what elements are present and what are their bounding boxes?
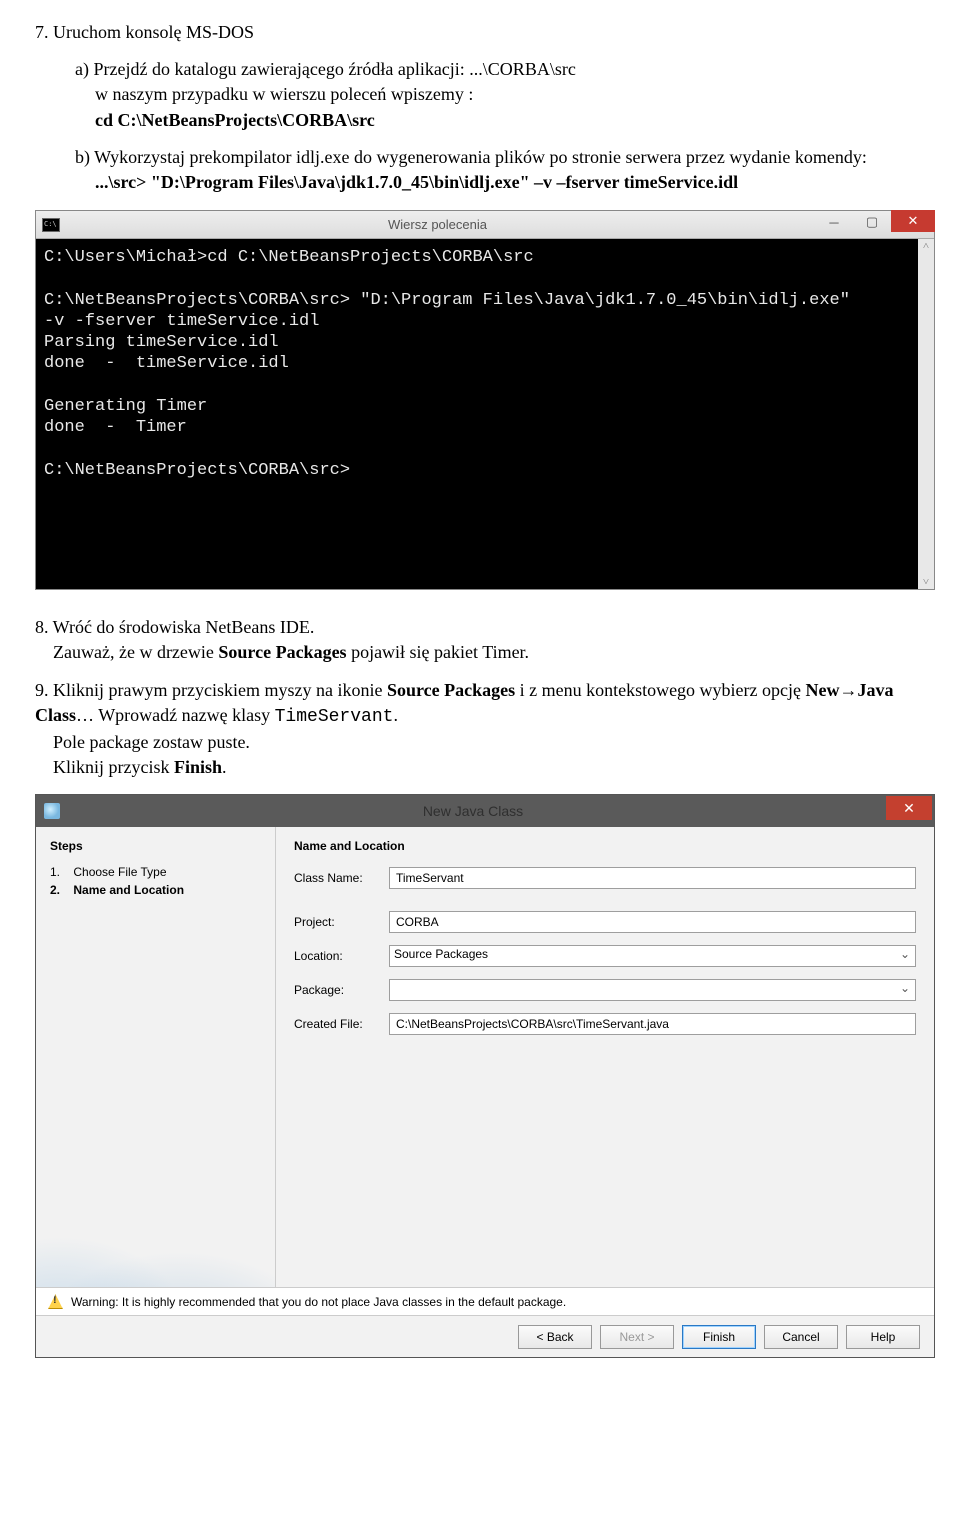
step-num: 2. — [50, 883, 60, 897]
step7-title: 7. Uruchom konsolę MS-DOS — [35, 20, 925, 45]
maximize-button[interactable]: ▢ — [853, 211, 891, 233]
step8: 8. Wróć do środowiska NetBeans IDE. Zauw… — [35, 615, 925, 665]
class-name-label: Class Name: — [294, 871, 379, 885]
row-class-name: Class Name: — [294, 867, 916, 889]
step9: 9. Kliknij prawym przyciskiem myszy na i… — [35, 678, 925, 781]
location-value: Source Packages — [394, 947, 488, 961]
new-class-dialog: New Java Class ✕ Steps 1. Choose File Ty… — [35, 794, 935, 1358]
step-item-2: 2. Name and Location — [50, 881, 261, 899]
cancel-button[interactable]: Cancel — [764, 1325, 838, 1349]
row-created-file: Created File: — [294, 1013, 916, 1035]
step7-b-line: b) Wykorzystaj prekompilator idlj.exe do… — [75, 147, 867, 167]
location-label: Location: — [294, 949, 379, 963]
warning-bar: Warning: It is highly recommended that y… — [36, 1287, 934, 1315]
location-select[interactable]: Source Packages — [389, 945, 916, 967]
steps-heading: Steps — [50, 839, 261, 853]
close-button[interactable]: ✕ — [891, 210, 935, 232]
step-num: 1. — [50, 865, 60, 879]
cmd-window: Wiersz polecenia ─ ▢ ✕ C:\Users\Michał>c… — [35, 210, 935, 590]
next-button[interactable]: Next > — [600, 1325, 674, 1349]
step-item-1: 1. Choose File Type — [50, 863, 261, 881]
step7-a: a) Przejdź do katalogu zawierającego źró… — [35, 57, 925, 133]
warning-icon — [48, 1294, 63, 1309]
cmd-scrollbar[interactable]: ˄ ˅ — [918, 239, 934, 589]
minimize-button[interactable]: ─ — [815, 211, 853, 233]
back-button[interactable]: < Back — [518, 1325, 592, 1349]
step7-b-cmd: ...\src> "D:\Program Files\Java\jdk1.7.0… — [75, 170, 738, 195]
finish-button[interactable]: Finish — [682, 1325, 756, 1349]
s9-line3a: Kliknij przycisk — [35, 757, 174, 777]
step7-a-sub: w naszym przypadku w wierszu poleceń wpi… — [75, 82, 473, 107]
cmd-title: Wiersz polecenia — [60, 217, 815, 232]
s9-line3b: Finish — [174, 757, 222, 777]
row-location: Location: Source Packages — [294, 945, 916, 967]
cmd-output: C:\Users\Michał>cd C:\NetBeansProjects\C… — [44, 247, 926, 481]
dialog-main-panel: Name and Location Class Name: Project: L… — [276, 827, 934, 1357]
project-label: Project: — [294, 915, 379, 929]
s9-g: . — [393, 705, 398, 725]
s9-b: Source Packages — [387, 680, 515, 700]
class-name-input[interactable] — [389, 867, 916, 889]
dialog-body: Steps 1. Choose File Type 2. Name and Lo… — [36, 827, 934, 1357]
s9-line2: Pole package zostaw puste. — [35, 732, 250, 752]
package-label: Package: — [294, 983, 379, 997]
cmd-icon — [42, 218, 60, 232]
dialog-close-button[interactable]: ✕ — [886, 796, 932, 820]
help-button[interactable]: Help — [846, 1325, 920, 1349]
dialog-button-bar: < Back Next > Finish Cancel Help — [36, 1315, 934, 1357]
cmd-body: C:\Users\Michał>cd C:\NetBeansProjects\C… — [36, 239, 934, 589]
s9-line3c: . — [222, 757, 227, 777]
step7-a-cmd: cd C:\NetBeansProjects\CORBA\src — [75, 108, 375, 133]
project-input — [389, 911, 916, 933]
s9-e: … Wprowadź nazwę klasy — [76, 705, 275, 725]
steps-list: 1. Choose File Type 2. Name and Location — [50, 863, 261, 899]
dialog-titlebar: New Java Class ✕ — [36, 795, 934, 827]
step-label: Name and Location — [73, 883, 184, 897]
dialog-app-icon — [44, 803, 60, 819]
warning-text: Warning: It is highly recommended that y… — [71, 1295, 566, 1309]
step8-line2-b: Source Packages — [218, 642, 346, 662]
package-select[interactable] — [389, 979, 916, 1001]
s9-f: TimeServant — [275, 707, 394, 727]
step-label: Choose File Type — [73, 865, 166, 879]
row-project: Project: — [294, 911, 916, 933]
step8-line2-c: pojawił się pakiet Timer. — [347, 642, 530, 662]
created-file-input — [389, 1013, 916, 1035]
row-package: Package: — [294, 979, 916, 1001]
section-title: Name and Location — [294, 839, 916, 853]
step7-b: b) Wykorzystaj prekompilator idlj.exe do… — [35, 145, 925, 195]
s9-a: 9. Kliknij prawym przyciskiem myszy na i… — [35, 680, 387, 700]
step8-line2-a: Zauważ, że w drzewie — [35, 642, 218, 662]
scroll-down-icon[interactable]: ˅ — [918, 575, 934, 589]
steps-panel: Steps 1. Choose File Type 2. Name and Lo… — [36, 827, 276, 1357]
step7-a-line: a) Przejdź do katalogu zawierającego źró… — [75, 59, 576, 79]
created-file-label: Created File: — [294, 1017, 379, 1031]
step8-line1: 8. Wróć do środowiska NetBeans IDE. — [35, 617, 314, 637]
s9-c: i z menu kontekstowego wybierz opcję — [515, 680, 805, 700]
cmd-window-buttons: ─ ▢ ✕ — [815, 211, 934, 238]
scroll-up-icon[interactable]: ˄ — [918, 239, 934, 253]
dialog-title: New Java Class — [60, 803, 886, 819]
cmd-titlebar: Wiersz polecenia ─ ▢ ✕ — [36, 211, 934, 239]
